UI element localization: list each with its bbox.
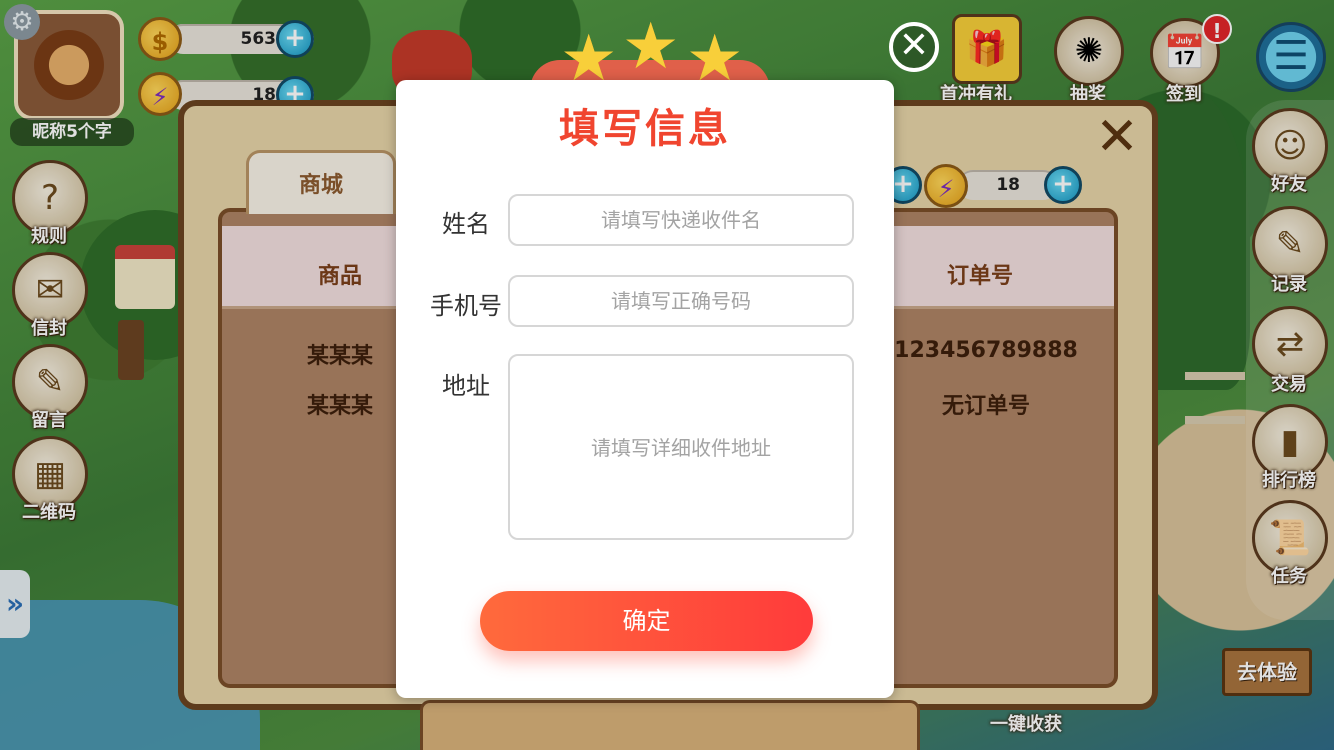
phone-input[interactable] — [508, 275, 854, 327]
confirm-button[interactable]: 确定 — [480, 591, 813, 651]
dialog-close-icon[interactable]: ✕ — [889, 22, 939, 72]
address-label: 地址 — [442, 372, 490, 400]
name-label: 姓名 — [442, 210, 490, 238]
address-textarea[interactable] — [508, 354, 854, 540]
dialog-title: 填写信息 — [559, 106, 731, 152]
star-icon: ★ — [622, 10, 680, 84]
name-input[interactable] — [508, 194, 854, 246]
phone-label: 手机号 — [430, 292, 502, 320]
